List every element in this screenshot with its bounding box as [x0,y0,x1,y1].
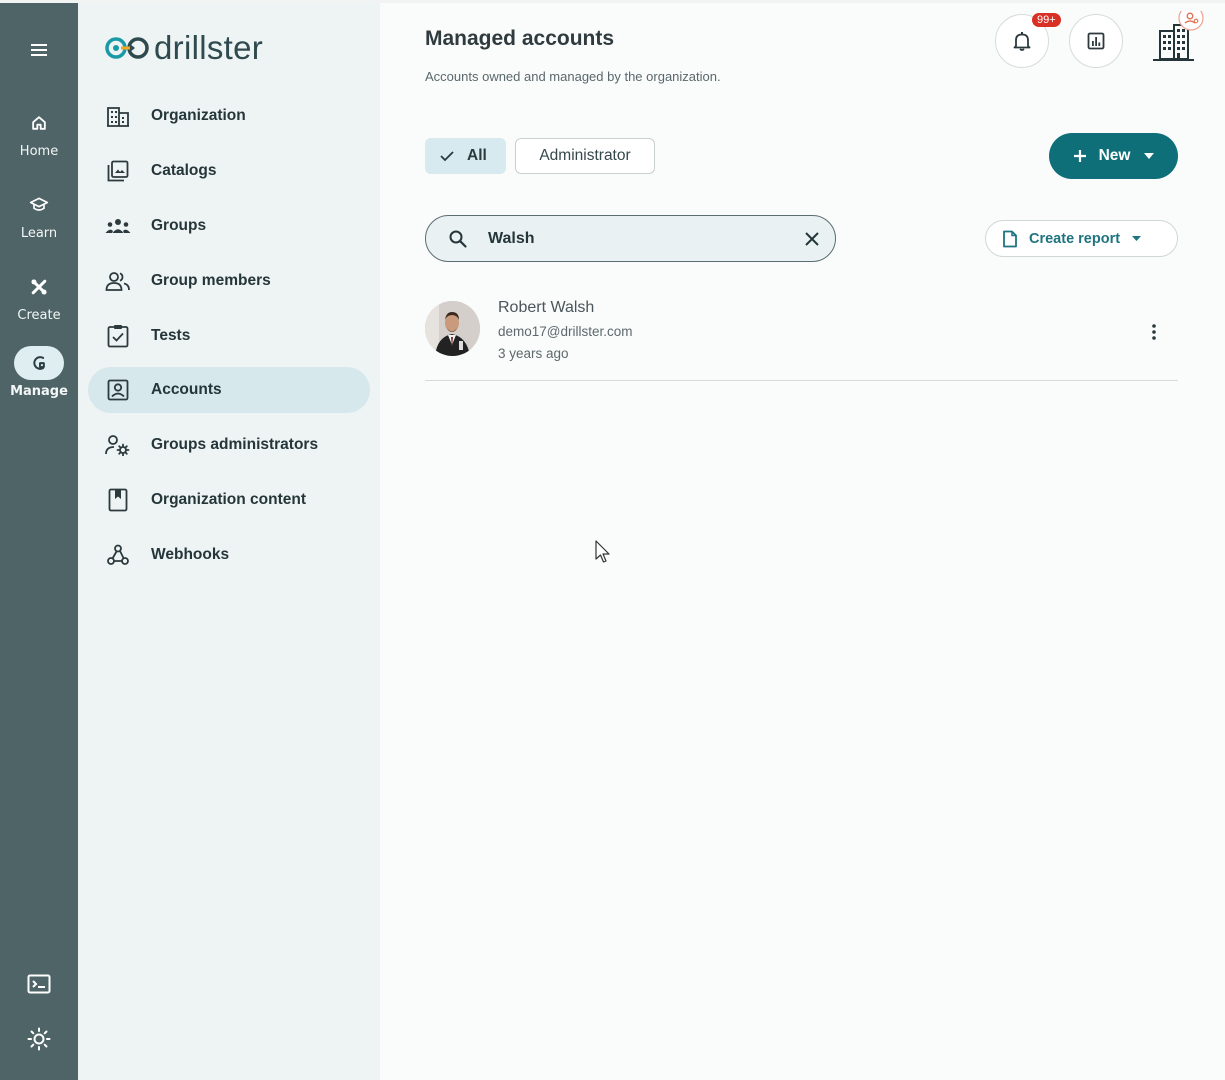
rail-item-home[interactable]: Home [0,106,78,159]
hamburger-icon [31,44,47,56]
sidebar-item-group-members[interactable]: Group members [88,258,370,304]
page-title: Managed accounts [425,27,615,50]
webhook-icon [107,544,129,565]
check-icon [440,151,454,162]
rail-item-create[interactable]: Create [0,270,78,323]
main-content: Managed accounts Accounts owned and mana… [380,3,1225,1080]
graduation-cap-icon [29,197,49,211]
rail-item-label: Learn [20,226,58,241]
account-box-icon [107,379,129,401]
sidebar-item-groups-administrators[interactable]: Groups administrators [88,422,370,468]
filter-chip-all[interactable]: All [425,138,506,174]
rail-item-label: Manage [10,384,68,399]
sidebar-item-label: Catalogs [151,162,217,179]
document-icon [1003,230,1017,247]
sidebar-item-label: Group members [151,272,271,289]
sidebar-item-label: Organization [151,107,246,124]
sidebar-item-label: Accounts [151,381,222,398]
more-options-icon[interactable] [1144,320,1164,344]
rail-item-label: Create [17,308,61,323]
account-name: Robert Walsh [498,299,595,316]
catalog-icon [107,160,129,182]
search-input[interactable] [488,229,778,248]
theme-toggle-button[interactable] [19,1022,59,1056]
new-button[interactable]: New [1049,133,1178,179]
chart-box-icon [1087,32,1105,50]
group-members-icon [105,272,130,291]
home-icon [32,116,46,130]
sidebar-item-label: Groups administrators [151,436,319,453]
terminal-icon [27,974,51,994]
sidebar-item-catalogs[interactable]: Catalogs [88,148,370,194]
building-icon [107,107,129,127]
logo[interactable]: drillster [104,29,263,67]
account-email: demo17@drillster.com [498,324,633,339]
create-report-label: Create report [1029,230,1121,247]
filter-chip-label: Administrator [539,147,631,164]
navigation-rail: Home Learn Create Manage [0,3,78,1080]
rail-item-learn[interactable]: Learn [0,188,78,241]
bell-icon [1013,32,1031,51]
filter-chip-label: All [467,147,487,164]
avatar [425,301,480,356]
sidebar-item-label: Webhooks [151,546,230,563]
sidebar-item-webhooks[interactable]: Webhooks [88,532,370,578]
sidebar-item-label: Tests [151,327,191,344]
terminal-button[interactable] [19,967,59,1001]
user-photo-icon [425,301,480,356]
caret-down-icon [1144,153,1155,159]
organization-switcher-button[interactable] [1148,5,1208,71]
search-icon[interactable] [448,228,470,250]
sidebar-item-groups[interactable]: Groups [88,203,370,249]
page-subtitle: Accounts owned and managed by the organi… [425,69,721,84]
admin-gear-icon [105,435,130,456]
rail-item-manage[interactable]: Manage [0,346,78,399]
sidebar-item-label: Organization content [151,491,306,508]
brand-name: drillster [154,29,264,66]
notification-count-badge: 99+ [1032,13,1061,27]
create-report-button[interactable]: Create report [985,220,1178,257]
checkbox-icon [107,325,129,348]
reports-button[interactable] [1069,14,1123,68]
sidebar-item-organization-content[interactable]: Organization content [88,477,370,523]
sidebar-item-organization[interactable]: Organization [88,93,370,139]
search-field[interactable] [425,215,836,262]
sidebar-item-tests[interactable]: Tests [88,313,370,359]
sidebar-item-accounts[interactable]: Accounts [88,367,370,413]
tools-icon [31,279,47,295]
sidebar-item-label: Groups [151,217,207,234]
plus-icon [1073,150,1086,162]
filter-chip-administrator[interactable]: Administrator [515,138,655,174]
notifications-button[interactable]: 99+ [995,13,1061,68]
rail-item-label: Home [19,144,59,159]
mouse-cursor-icon [595,540,611,568]
sidebar: drillster Organization Catalogs Groups G… [78,3,380,1080]
drillster-logo-icon [105,37,149,59]
account-timestamp: 3 years ago [498,346,569,361]
brightness-icon [27,1027,51,1051]
menu-button[interactable] [19,33,59,67]
organization-building-icon [1153,5,1204,61]
new-button-label: New [1098,147,1131,164]
caret-down-icon [1132,236,1142,241]
groups-icon [105,219,131,233]
manage-icon [33,356,45,370]
bookmark-icon [108,488,128,512]
account-row[interactable]: Robert Walsh demo17@drillster.com 3 year… [425,291,1178,381]
clear-search-icon[interactable] [801,228,823,250]
